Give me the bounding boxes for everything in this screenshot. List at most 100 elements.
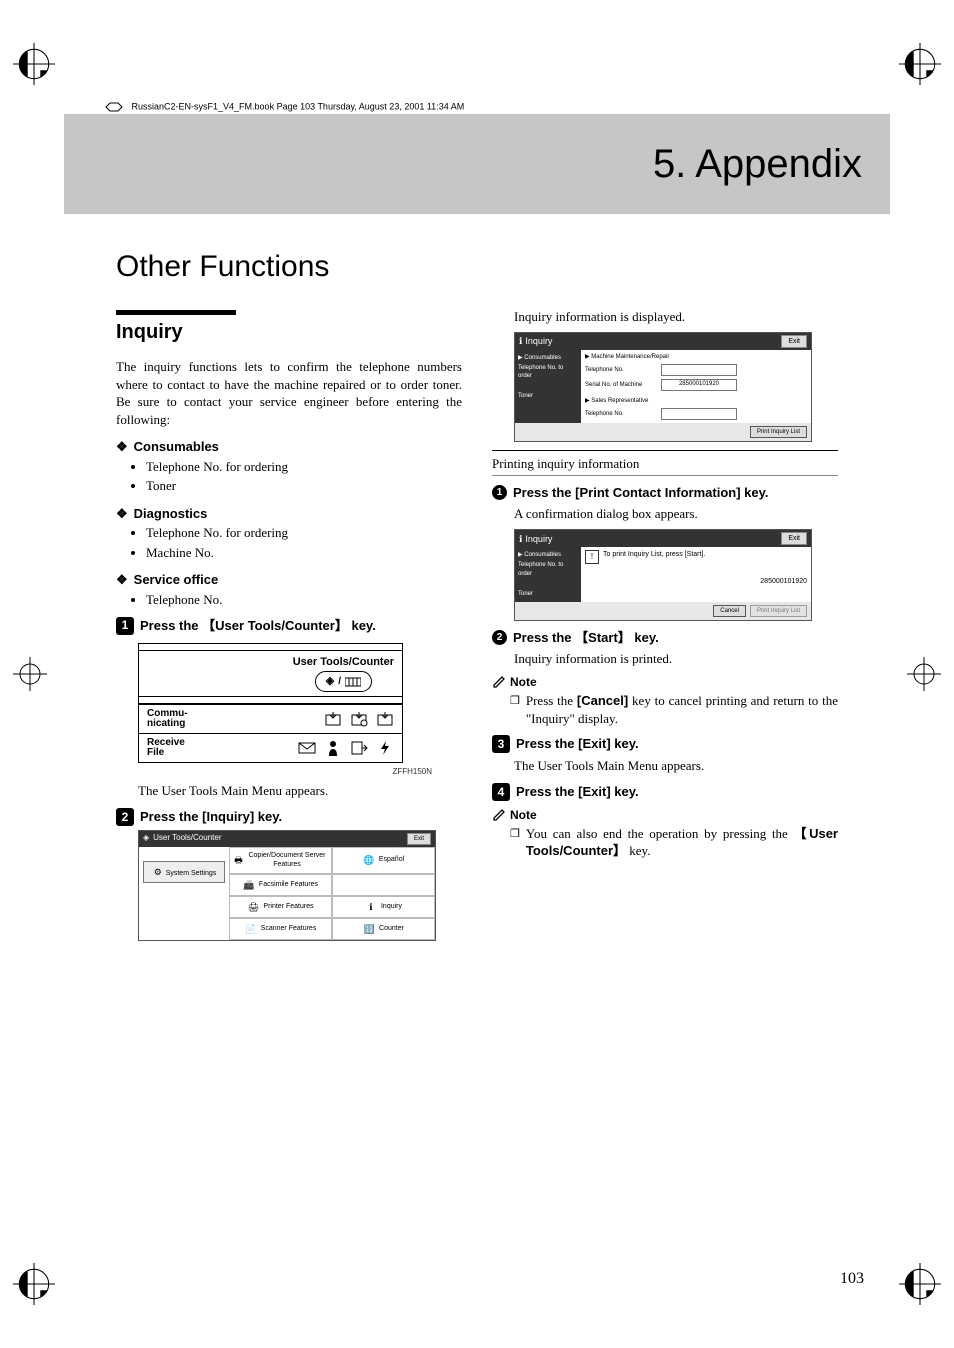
- exit-button[interactable]: Exit: [781, 532, 807, 545]
- step-number-badge: 1: [116, 617, 134, 635]
- registration-mark-icon: [896, 40, 944, 88]
- step-number-badge: 4: [492, 783, 510, 801]
- field-value: [661, 408, 737, 420]
- note-item: ❐ You can also end the operation by pres…: [510, 825, 838, 860]
- exit-button[interactable]: Exit: [407, 833, 431, 845]
- cancel-key: [Cancel]: [577, 693, 628, 708]
- menu-cell[interactable]: 🔢Counter: [332, 918, 435, 940]
- header-text: RussianC2-EN-sysF1_V4_FM.book Page 103 T…: [132, 101, 465, 111]
- consumables-list: Telephone No. for ordering Toner: [146, 458, 462, 495]
- info-icon: ℹ: [365, 901, 377, 913]
- menu-cell[interactable]: 📄Scanner Features: [229, 918, 332, 940]
- diagnostics-heading: Diagnostics: [116, 505, 462, 523]
- field-value: [661, 364, 737, 376]
- right-intro: Inquiry information is displayed.: [514, 308, 838, 326]
- step-2: 2 Press the [Inquiry] key.: [116, 808, 462, 826]
- user-tools-counter-key: User Tools/Counter: [202, 618, 348, 633]
- step-text: Press the User Tools/Counter key.: [140, 617, 376, 635]
- section-title: Other Functions: [116, 250, 890, 284]
- field-label: Telephone No.: [585, 366, 657, 374]
- menu-cell[interactable]: 🖶Copier/Document Server Features: [229, 847, 332, 874]
- sales-heading: ▶ Sales Representative: [585, 397, 807, 405]
- main-heading: ▶ Machine Maintenance/Repair: [585, 353, 807, 361]
- gear-icon: ⚙: [152, 866, 164, 878]
- menu-cell[interactable]: 📠Facsimile Features: [229, 874, 332, 896]
- service-office-heading: Service office: [116, 571, 462, 589]
- step-text: Press the [Inquiry] key.: [140, 808, 282, 826]
- user-tools-label: User Tools/Counter: [293, 655, 394, 670]
- inquiry-key: [Inquiry]: [202, 809, 254, 824]
- receive-file-label: Receive File: [147, 738, 185, 758]
- communicating-label: Commu- nicating: [147, 709, 188, 729]
- registration-mark-icon: [10, 40, 58, 88]
- document-down-icon: [324, 711, 342, 727]
- step-text: Press the [Print Contact Informa­tion] k…: [513, 484, 769, 502]
- confirm-message: To print Inquiry List, press [Start].: [603, 550, 705, 559]
- counter-icon: [345, 676, 361, 688]
- pencil-icon: [492, 675, 506, 689]
- note-heading: Note: [492, 674, 838, 690]
- pencil-icon: [492, 808, 506, 822]
- print-inquiry-button[interactable]: Print Inquiry List: [750, 426, 807, 438]
- crosshair-icon: [900, 650, 948, 698]
- step1-followup: The User Tools Main Menu ap­pears.: [138, 782, 462, 800]
- printer-icon: 🖨: [247, 901, 259, 913]
- settings-diamond-icon: ◈: [326, 674, 334, 689]
- registration-mark-icon: [896, 1260, 944, 1308]
- field-label: Serial No. of Machine: [585, 381, 657, 389]
- exit-key: [Exit]: [578, 784, 611, 799]
- copier-icon: 🖶: [234, 854, 243, 866]
- left-column: Inquiry The inquiry functions lets to co…: [116, 304, 462, 947]
- document-down-icon: [376, 711, 394, 727]
- cancel-button[interactable]: Cancel: [713, 605, 746, 617]
- screen-title: ℹInquiry: [519, 533, 552, 545]
- document-secure-icon: [350, 711, 368, 727]
- step-text: Press the [Exit] key.: [516, 783, 639, 801]
- note-heading: Note: [492, 807, 838, 823]
- print-inquiry-button[interactable]: Print Inquiry List: [750, 605, 807, 617]
- system-settings-button[interactable]: ⚙ System Settings: [143, 861, 225, 883]
- print-confirm-screenshot: ℹInquiry Exit ▶ Consumables Telephone No…: [514, 529, 812, 621]
- print-contact-key: [Print Contact Informa­tion]: [575, 485, 740, 500]
- lightning-icon: [376, 740, 394, 756]
- field-label: Telephone No.: [585, 410, 657, 418]
- printing-heading: Printing inquiry information: [492, 455, 838, 473]
- step-3: 3 Press the [Exit] key.: [492, 735, 838, 753]
- menu-cell[interactable]: ℹInquiry: [332, 896, 435, 918]
- sub-step-badge: 1: [492, 485, 507, 500]
- list-item: Machine No.: [146, 544, 462, 562]
- sub-step-1: 1 Press the [Print Contact Informa­tion]…: [492, 484, 838, 502]
- sub2-followup: Inquiry information is printed.: [514, 650, 838, 668]
- service-office-list: Telephone No.: [146, 591, 462, 609]
- figure-code: ZFFH150N: [116, 767, 432, 778]
- step3-followup: The User Tools Main Menu ap­pears.: [514, 757, 838, 775]
- menu-cell[interactable]: 🖨Printer Features: [229, 896, 332, 918]
- content-columns: Inquiry The inquiry functions lets to co…: [116, 304, 838, 947]
- step-text: Press the Start key.: [513, 629, 659, 647]
- side-panel: ▶ Consumables Telephone No. to order Ton…: [515, 350, 581, 423]
- sub1-followup: A confirmation dialog box ap­pears.: [514, 505, 838, 523]
- step-number-badge: 2: [116, 808, 134, 826]
- crosshair-icon: [6, 650, 54, 698]
- menu-title: ◈User Tools/Counter: [143, 833, 221, 844]
- screen-title: ℹInquiry: [519, 335, 552, 347]
- mail-icon: [298, 740, 316, 756]
- exit-button[interactable]: Exit: [781, 335, 807, 348]
- file-arrow-icon: [350, 740, 368, 756]
- right-column: Inquiry information is displayed. ℹInqui…: [492, 304, 838, 947]
- scanner-icon: 📄: [245, 923, 257, 935]
- sub-step-badge: 2: [492, 630, 507, 645]
- page: RussianC2-EN-sysF1_V4_FM.book Page 103 T…: [0, 0, 954, 1348]
- menu-cell[interactable]: 🌐Español: [332, 847, 435, 874]
- note-item: ❐ Press the [Cancel] key to can­cel prin…: [510, 692, 838, 727]
- step-1: 1 Press the User Tools/Counter key.: [116, 617, 462, 635]
- sub-step-2: 2 Press the Start key.: [492, 629, 838, 647]
- step-number-badge: 3: [492, 735, 510, 753]
- side-panel: ▶ Consumables Telephone No. to order Ton…: [515, 547, 581, 601]
- counter-icon: 🔢: [363, 923, 375, 935]
- checkbox-icon: ❐: [510, 694, 520, 727]
- globe-icon: 🌐: [363, 854, 375, 866]
- field-value: 285000101920: [661, 379, 737, 391]
- inquiry-heading: Inquiry: [116, 310, 236, 346]
- start-key: Start: [575, 630, 631, 645]
